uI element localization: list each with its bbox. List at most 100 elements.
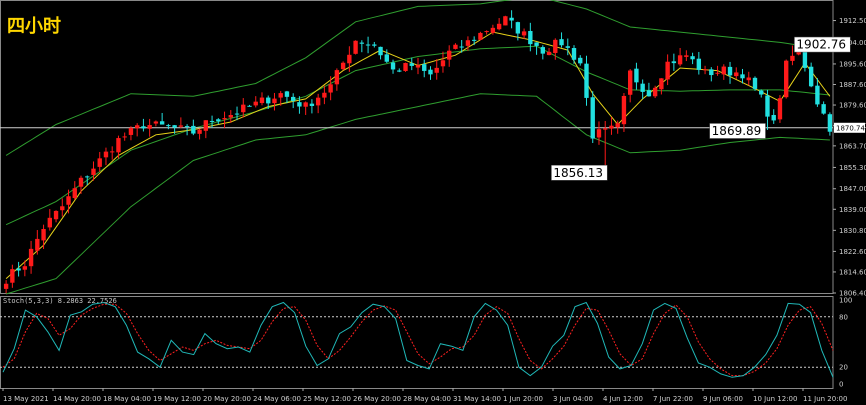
candle-body <box>303 102 308 107</box>
candle-body <box>72 188 77 199</box>
current-price-label: 1870.74 <box>836 124 865 132</box>
candle-body <box>347 54 352 64</box>
time-axis: 13 May 2021 14 May 20:00 18 May 04:00 19 Ma… <box>2 388 847 403</box>
candle-body <box>172 125 177 128</box>
candle-body <box>378 46 383 56</box>
price-tick-label: 1879.60 <box>839 102 866 110</box>
candle-body <box>159 121 165 125</box>
candle-body <box>328 84 333 93</box>
time-tick-label: 14 May 20:00 <box>53 395 101 403</box>
candle-body <box>702 69 708 71</box>
stochastic-pane: 100 80 20 0 <box>0 296 852 389</box>
candle-body <box>116 138 121 153</box>
candle-body <box>35 238 40 251</box>
candle-body <box>746 77 751 81</box>
candle-body <box>203 120 209 131</box>
candle-body <box>384 54 389 62</box>
candle-body <box>784 60 789 98</box>
candle-body <box>459 46 464 48</box>
candle-body <box>403 63 408 72</box>
candle-body <box>821 104 826 114</box>
candle-body <box>228 115 233 118</box>
candle-body <box>409 63 414 66</box>
price-tick-label: 1912.50 <box>839 17 866 25</box>
candle-body <box>91 168 96 175</box>
stoch-tick-label: 100 <box>839 297 852 305</box>
candle-body <box>309 103 315 107</box>
candle-body <box>515 22 521 34</box>
candle-body <box>677 55 683 65</box>
price-chart[interactable]: 10080200 1912.501904.001895.601887.60187… <box>0 0 866 405</box>
candle-body <box>122 136 127 138</box>
candle-body <box>790 55 795 61</box>
candle-body <box>721 66 726 75</box>
time-tick-label: 25 May 12:00 <box>303 395 351 403</box>
candle-body <box>509 17 514 21</box>
candle-body <box>16 268 21 271</box>
time-tick-label: 28 May 04:00 <box>403 395 451 403</box>
candle-body <box>297 102 302 107</box>
main-pane-frame <box>0 0 834 294</box>
candle-body <box>41 229 46 241</box>
bollinger-lower-band <box>5 93 830 295</box>
candle-body <box>815 85 820 105</box>
candle-body <box>141 126 146 129</box>
time-tick-label: 10 Jun 12:00 <box>753 395 797 403</box>
price-tick-label: 1814.60 <box>839 268 866 276</box>
stoch-main-line <box>2 301 834 378</box>
candle-body <box>415 65 421 68</box>
candle-body <box>315 97 321 106</box>
candle-body <box>559 39 564 46</box>
candle-body <box>759 90 764 95</box>
candle-body <box>259 97 265 104</box>
candle-body <box>334 70 340 85</box>
candle-body <box>627 70 633 95</box>
candle-body <box>322 92 327 98</box>
price-tick-label: 1887.60 <box>839 81 866 89</box>
time-tick-label: 4 Jun 12:00 <box>603 395 643 403</box>
candle-body <box>434 67 439 73</box>
candle-body <box>153 121 159 124</box>
candle-body <box>85 176 90 178</box>
candle-body <box>28 248 34 267</box>
candle-body <box>166 125 171 127</box>
candle-body <box>340 62 346 70</box>
stoch-tick-label: 20 <box>839 364 848 372</box>
candle-body <box>216 119 221 122</box>
candle-body <box>134 125 140 129</box>
time-tick-label: 13 May 2021 <box>3 395 49 403</box>
candle-body <box>652 87 658 97</box>
candle-body <box>266 97 271 104</box>
price-tick-label: 1863.70 <box>839 142 866 150</box>
candle-body <box>66 196 71 205</box>
time-tick-label: 26 May 20:00 <box>353 395 401 403</box>
candle-body <box>278 93 283 98</box>
candle-body <box>272 98 277 104</box>
price-tick-label: 1855.30 <box>839 164 866 172</box>
candle-body <box>447 50 452 60</box>
candle-body <box>553 39 558 53</box>
candle-body <box>684 55 689 57</box>
candle-body <box>565 46 570 48</box>
stoch-signal-line <box>2 303 834 377</box>
candle-body <box>771 114 776 121</box>
time-tick-label: 31 May 14:00 <box>453 395 501 403</box>
candle-body <box>503 16 508 26</box>
candle-body <box>496 23 502 30</box>
candle-body <box>827 114 833 132</box>
time-tick-label: 1 Jun 20:00 <box>503 395 543 403</box>
candle-body <box>715 72 720 74</box>
candle-body <box>247 105 252 107</box>
candle-body <box>397 70 402 72</box>
candle-body <box>478 32 483 40</box>
candle-body <box>528 30 533 45</box>
candle-body <box>453 44 458 49</box>
time-tick-label: 18 May 04:00 <box>103 395 151 403</box>
stoch-tick-label: 0 <box>839 381 843 389</box>
price-tick-label: 1895.60 <box>839 60 866 68</box>
candle-body <box>428 69 433 75</box>
candle-body <box>178 125 184 127</box>
candle-body <box>3 283 9 289</box>
candle-body <box>765 95 770 117</box>
candle-body <box>578 57 583 64</box>
